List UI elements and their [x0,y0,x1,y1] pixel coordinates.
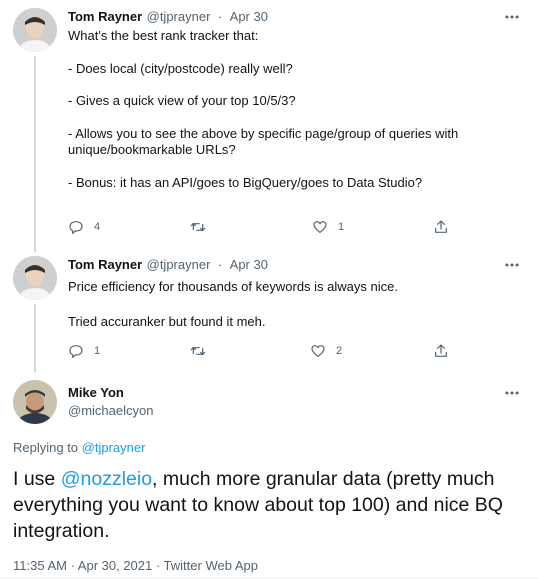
separator-dot: · [217,9,223,24]
more-button[interactable] [504,385,520,401]
more-icon [505,263,519,267]
retweet-button[interactable] [190,343,216,359]
more-icon [505,391,519,395]
replying-to: Replying to @tjprayner [13,440,145,455]
tweet-date[interactable]: Apr 30 [230,257,268,272]
like-count: 2 [336,345,343,357]
author-name[interactable]: Mike Yon [68,385,124,400]
tweet-date[interactable]: Apr 30 [230,9,268,24]
replying-prefix: Replying to [13,440,82,455]
replying-handle-link[interactable]: @tjprayner [82,440,146,455]
tweet-meta[interactable]: 11:35 AM · Apr 30, 2021 · Twitter Web Ap… [13,558,258,573]
reply-count: 4 [94,221,101,233]
share-button[interactable] [433,343,449,359]
reply-button[interactable]: 1 [68,343,100,359]
divider [0,578,538,579]
author-handle[interactable]: @tjprayner [147,9,211,24]
reply-button[interactable]: 4 [68,219,100,235]
more-button[interactable] [504,9,520,25]
thread-line [34,56,36,252]
separator-dot: · [217,257,223,272]
like-button[interactable]: 1 [312,219,344,235]
more-icon [505,15,519,19]
avatar[interactable] [13,380,57,424]
like-button[interactable]: 2 [310,343,342,359]
tweet-text: What's the best rank tracker that: - Doe… [68,28,459,190]
main-tweet-text: I use @nozzleio, much more granular data… [13,466,523,544]
text-before-mention: I use [13,468,61,490]
author-name[interactable]: Tom Rayner [68,257,142,272]
reply-icon [69,345,83,358]
avatar[interactable] [13,8,57,52]
like-count: 1 [338,221,345,233]
tweet-header: Tom Rayner @tjprayner · Apr 30 [68,257,268,273]
retweet-icon [190,222,206,232]
retweet-button[interactable] [190,219,216,235]
share-button[interactable] [433,219,449,235]
reply-count: 1 [94,345,101,357]
more-button[interactable] [504,257,520,273]
share-icon [435,344,447,357]
tweet-text: Price efficiency for thousands of keywor… [68,279,398,329]
retweet-icon [190,346,206,356]
tweet-header: Tom Rayner @tjprayner · Apr 30 [68,9,268,25]
reply-icon [69,221,83,234]
like-icon [311,345,325,357]
author-handle[interactable]: @michaelcyon [68,403,153,418]
author-name[interactable]: Tom Rayner [68,9,142,24]
share-icon [435,220,447,233]
avatar[interactable] [13,256,57,300]
mention-link[interactable]: @nozzleio [61,468,152,490]
author-handle[interactable]: @tjprayner [147,257,211,272]
like-icon [313,221,327,233]
thread-line [34,304,36,372]
